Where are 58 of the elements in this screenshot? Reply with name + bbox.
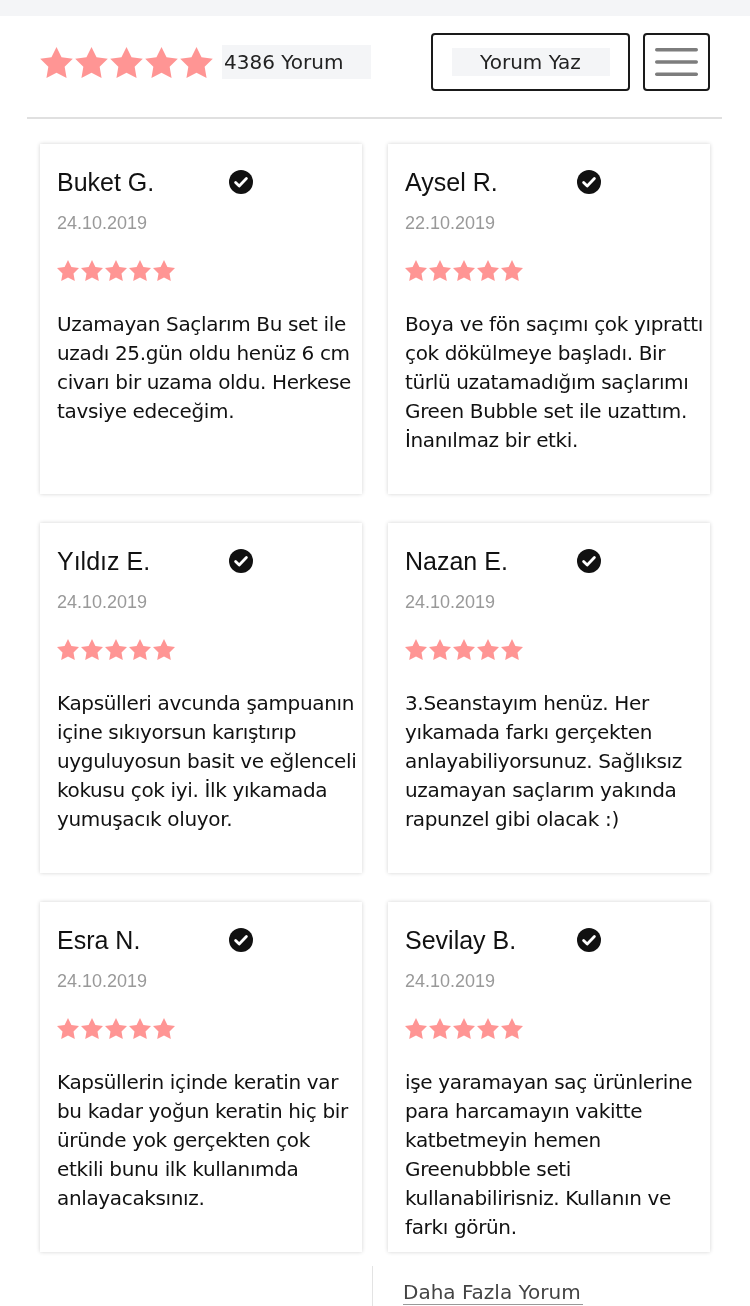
star-icon (501, 260, 523, 281)
star-icon (105, 639, 127, 660)
star-icon (153, 639, 175, 660)
write-review-button[interactable]: Yorum Yaz (431, 33, 630, 91)
reviewer-name: Yıldız E. (57, 547, 151, 575)
star-icon (429, 260, 451, 281)
star-icon (153, 260, 175, 281)
star-icon (110, 46, 143, 78)
star-icon (453, 639, 475, 660)
reviewer-name: Aysel R. (405, 168, 498, 196)
review-date: 24.10.2019 (57, 212, 148, 234)
review-date: 24.10.2019 (405, 591, 496, 613)
review-text: işe yaramayan saç ürünlerine para harcamayın vakitte katbetmeyin hemen Greenubbble seti kullanabilirisniz. Kullanın ve farkı görün. (405, 1069, 694, 1241)
star-icon (81, 1018, 103, 1039)
star-icon (153, 1018, 175, 1039)
star-icon (405, 260, 427, 281)
star-icon (477, 639, 499, 660)
star-icon (180, 46, 213, 78)
review-date: 24.10.2019 (405, 970, 496, 992)
more-reviews-link[interactable]: Daha Fazla Yorum (403, 1280, 583, 1305)
review-text: Boya ve fön saçımı çok yıprattı çok dökülmeye başladı. Bir türlü uzatamadığım saçlarımı Green Bubble set ile uzattım. İnanılmaz bir etki. (405, 311, 704, 454)
star-icon (129, 1018, 151, 1039)
review-text: Uzamayan Saçlarım Bu set ile uzadı 25.gün oldu henüz 6 cm civarı bir uzama oldu. Herkese tavsiye edeceğim. (57, 311, 352, 425)
review-text: 3.Seanstayım henüz. Her yıkamada farkı gerçekten anlayabiliyorsunuz. Sağlıksız uzamayan saçlarım yakında rapunzel gibi olacak :) (405, 690, 683, 833)
review-text: Kapsüllerin içinde keratin var bu kadar yoğun keratin hiç bir üründe yok gerçekten çok etkili bunu ilk kullanımda anlayacaksınız. (57, 1069, 350, 1212)
review-count: 4386 Yorum (222, 45, 372, 79)
star-icon (405, 639, 427, 660)
star-icon (429, 639, 451, 660)
star-icon (477, 1018, 499, 1039)
star-icon (453, 1018, 475, 1039)
star-icon (501, 639, 523, 660)
review-date: 24.10.2019 (57, 970, 148, 992)
star-icon (453, 260, 475, 281)
star-icon (105, 1018, 127, 1039)
star-icon (105, 260, 127, 281)
star-icon (129, 639, 151, 660)
star-icon (57, 1018, 79, 1039)
reviewer-name: Esra N. (57, 926, 141, 954)
star-icon (57, 260, 79, 281)
star-icon (477, 260, 499, 281)
star-icon (57, 639, 79, 660)
reviewer-name: Nazan E. (405, 547, 508, 575)
star-icon (429, 1018, 451, 1039)
reviewer-name: Buket G. (57, 168, 155, 196)
star-icon (75, 46, 108, 78)
star-icon (501, 1018, 523, 1039)
review-date: 24.10.2019 (57, 591, 148, 613)
reviewer-name: Sevilay B. (405, 926, 517, 954)
star-icon (145, 46, 178, 78)
star-icon (129, 260, 151, 281)
menu-button[interactable] (643, 33, 710, 91)
menu-icon (655, 48, 698, 76)
star-icon (81, 260, 103, 281)
star-icon (405, 1018, 427, 1039)
review-date: 22.10.2019 (405, 212, 496, 234)
review-text: Kapsülleri avcunda şampuanın içine sıkıyorsun karıştırıp uyguluyosun basit ve eğlenceli kokusu çok iyi. İlk yıkamada yumuşacık oluyor. (57, 690, 358, 833)
star-icon (81, 639, 103, 660)
star-icon (40, 46, 73, 78)
